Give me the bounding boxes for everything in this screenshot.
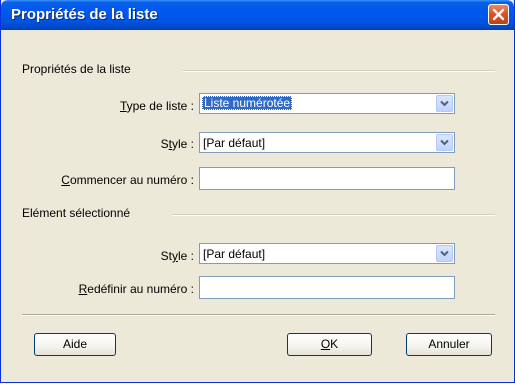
- start-number-label: Commencer au numéro :: [61, 173, 194, 187]
- item-style-select[interactable]: [Par défaut]: [199, 243, 455, 264]
- list-style-select[interactable]: [Par défaut]: [199, 132, 455, 153]
- list-style-label: Style :: [160, 137, 194, 151]
- dialog-title: Propriétés de la liste: [11, 6, 158, 23]
- list-type-value: Liste numérotée: [202, 96, 293, 110]
- group-divider: [172, 214, 495, 216]
- ok-button[interactable]: OK: [287, 333, 372, 356]
- start-number-input[interactable]: [199, 167, 455, 190]
- cancel-button[interactable]: Annuler: [406, 333, 492, 356]
- item-style-label: Style :: [160, 249, 194, 263]
- list-type-label: Type de liste :: [119, 99, 194, 113]
- dialog-window: Propriétés de la liste Propriétés de la …: [0, 0, 515, 383]
- item-style-value: [Par défaut]: [203, 247, 266, 261]
- reset-number-label: Redéfinir au numéro :: [78, 282, 194, 296]
- list-type-select[interactable]: Liste numérotée: [199, 93, 455, 114]
- list-properties-group-title: Propriétés de la liste: [22, 62, 131, 76]
- group-divider: [183, 70, 495, 72]
- chevron-down-icon: [440, 139, 449, 146]
- list-style-value: [Par défaut]: [203, 136, 266, 150]
- chevron-down-icon: [440, 100, 449, 107]
- list-style-dropdown-button[interactable]: [436, 134, 453, 151]
- list-type-dropdown-button[interactable]: [436, 95, 453, 112]
- selected-item-group-title: Elément sélectionné: [22, 206, 131, 220]
- title-bar[interactable]: Propriétés de la liste: [1, 0, 514, 30]
- button-separator: [22, 314, 495, 316]
- close-button[interactable]: [488, 4, 509, 25]
- chevron-down-icon: [440, 250, 449, 257]
- close-icon: [492, 8, 505, 21]
- reset-number-input[interactable]: [199, 276, 455, 299]
- item-style-dropdown-button[interactable]: [436, 245, 453, 262]
- help-button[interactable]: Aide: [34, 333, 116, 356]
